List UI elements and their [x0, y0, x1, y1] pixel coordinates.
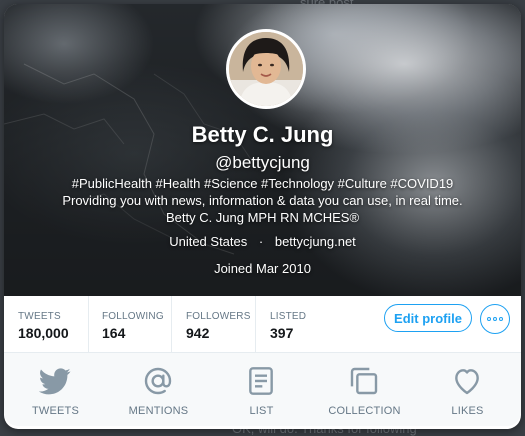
stat-listed[interactable]: LISTED 397	[256, 296, 326, 352]
profile-name: Betty C. Jung	[191, 122, 334, 147]
profile-bio: #PublicHealth #Health #Science #Technolo…	[34, 175, 491, 226]
tab-mentions[interactable]: MENTIONS	[107, 353, 210, 426]
profile-handle: @bettycjung	[215, 153, 310, 172]
stat-value: 180,000	[18, 325, 69, 341]
tab-collection[interactable]: COLLECTION	[313, 353, 416, 426]
tab-tweets[interactable]: TWEETS	[4, 353, 107, 426]
more-options-button[interactable]	[480, 304, 510, 334]
tab-likes[interactable]: LIKES	[416, 353, 519, 426]
stat-label: LISTED	[270, 311, 307, 322]
stat-following[interactable]: FOLLOWING 164	[88, 296, 172, 352]
tab-label: COLLECTION	[328, 405, 401, 417]
bio-line: #PublicHealth #Health #Science #Technolo…	[71, 176, 454, 191]
bio-line: Betty C. Jung MPH RN MCHES®	[165, 210, 360, 225]
profile-location: United States	[169, 234, 248, 249]
stat-followers[interactable]: FOLLOWERS 942	[172, 296, 256, 352]
edit-profile-button[interactable]: Edit profile	[384, 304, 472, 332]
avatar-portrait-image	[229, 32, 303, 106]
heart-icon	[455, 369, 479, 395]
more-dots-icon	[487, 317, 491, 321]
profile-website-link[interactable]: bettycjung.net	[275, 234, 356, 249]
stat-value: 164	[102, 325, 126, 341]
stat-label: FOLLOWING	[102, 311, 164, 322]
avatar[interactable]	[226, 29, 306, 109]
stat-label: TWEETS	[18, 311, 61, 322]
meta-separator: ·	[258, 234, 264, 249]
profile-joined-date: Joined Mar 2010	[214, 261, 311, 276]
profile-tabs: TWEETS MENTIONS LIST COLLECTION LIKES	[4, 352, 521, 426]
tab-label: TWEETS	[31, 405, 80, 417]
stat-label: FOLLOWERS	[186, 311, 251, 322]
bio-line: Providing you with news, information & d…	[62, 193, 463, 208]
tab-label: LIST	[249, 405, 274, 417]
collection-icon	[350, 367, 378, 395]
at-icon	[144, 367, 172, 395]
stat-value: 942	[186, 325, 210, 341]
profile-meta: United States · bettycjung.net	[4, 234, 521, 249]
tab-list[interactable]: LIST	[210, 353, 313, 426]
tab-label: LIKES	[451, 405, 484, 417]
list-icon	[249, 367, 273, 395]
stat-value: 397	[270, 325, 294, 341]
profile-banner: Betty C. Jung @bettycjung #PublicHealth …	[4, 4, 521, 296]
stat-tweets[interactable]: TWEETS 180,000	[4, 296, 89, 352]
tab-label: MENTIONS	[128, 405, 189, 417]
bird-icon	[39, 368, 71, 395]
